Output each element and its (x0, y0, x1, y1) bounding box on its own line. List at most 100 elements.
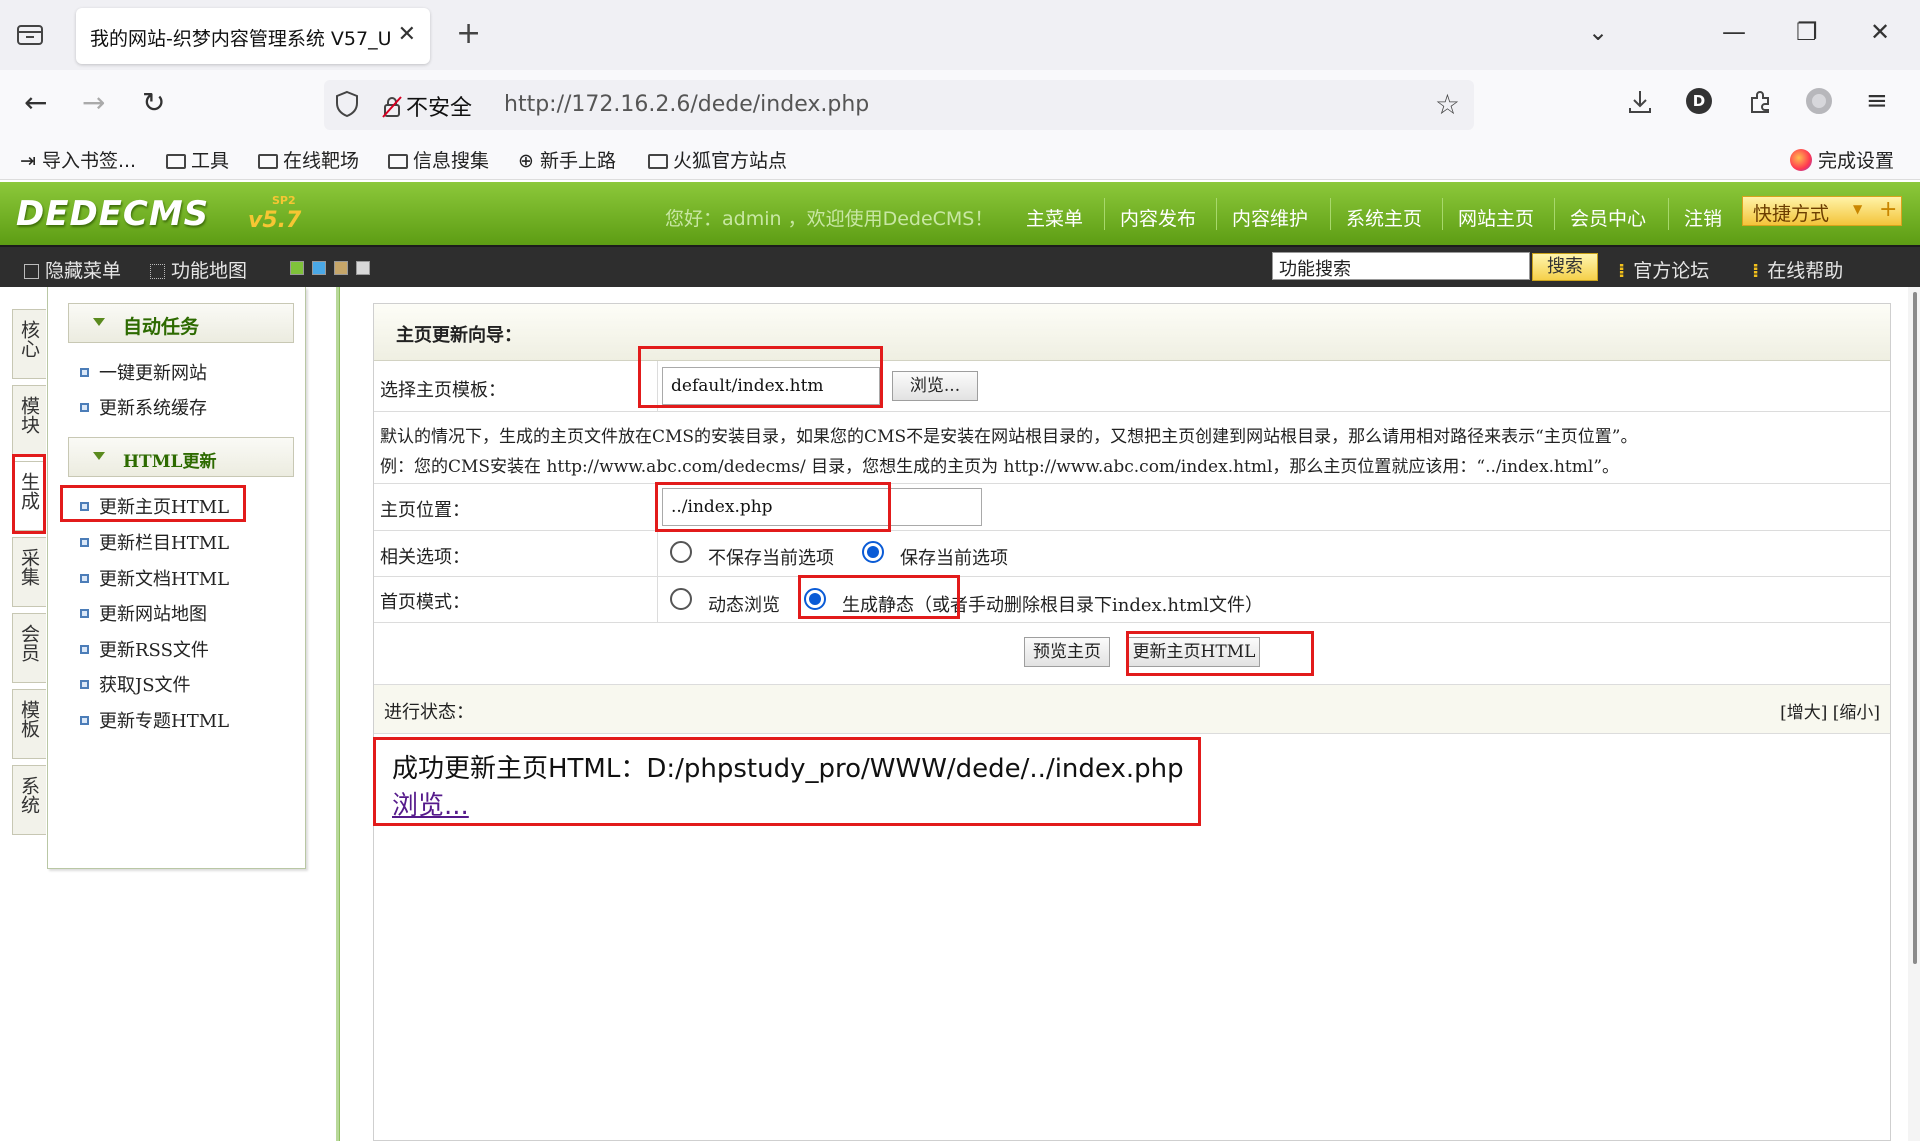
nav-main-menu[interactable]: 主菜单 (1026, 204, 1083, 231)
dynamic-mode-label[interactable]: 动态浏览 (708, 591, 780, 617)
url-text[interactable]: http://172.16.2.6/dede/index.php (504, 92, 869, 117)
status-row: 进行状态： [增大] [缩小] (374, 684, 1890, 734)
bookmark-folder-tools[interactable]: 工具 (166, 146, 229, 173)
new-tab-icon[interactable]: + (456, 16, 481, 51)
highlight-generate-tab (12, 454, 46, 534)
bookmark-folder-info[interactable]: 信息搜集 (388, 146, 489, 173)
url-bar[interactable]: 不安全 http://172.16.2.6/dede/index.php ☆ (324, 80, 1474, 130)
close-tab-icon[interactable]: ✕ (398, 22, 416, 47)
nav-divider (1216, 198, 1217, 230)
finish-setup-button[interactable]: 完成设置 (1790, 146, 1894, 173)
function-map-label: 功能地图 (171, 260, 248, 282)
bookmarks-toolbar: ⇥ 导入书签... 工具 在线靶场 信息搜集 ⊕ 新手上路 火狐官方站点 完成设… (0, 138, 1920, 180)
module-tabs: 核心 模块 生成 采集 会员 模板 系统 (0, 287, 46, 1141)
nav-logout[interactable]: 注销 (1684, 204, 1722, 231)
finish-setup-label: 完成设置 (1818, 150, 1895, 172)
menu-item-label: 更新网站地图 (99, 604, 207, 625)
collapse-triangle-icon (93, 452, 105, 460)
tab-core[interactable]: 核心 (12, 309, 46, 379)
left-menu: 自动任务 一键更新网站 更新系统缓存 HTML更新 更新主页HTML 更新栏目H… (47, 287, 306, 869)
preview-home-button[interactable]: 预览主页 (1024, 637, 1110, 667)
download-icon[interactable] (1626, 88, 1654, 121)
tab-list-icon[interactable] (16, 22, 46, 48)
nav-divider (1554, 198, 1555, 230)
no-save-label[interactable]: 不保存当前选项 (708, 544, 834, 570)
function-search-input[interactable]: 功能搜索 (1272, 252, 1530, 280)
skin-brown-swatch[interactable] (334, 261, 348, 275)
tab-collect[interactable]: 采集 (12, 537, 46, 607)
back-icon[interactable]: ← (24, 86, 47, 119)
zoom-controls[interactable]: [增大] [缩小] (1780, 698, 1880, 723)
tab-template[interactable]: 模板 (12, 689, 46, 759)
tab-overflow-chevron-icon[interactable]: ⌄ (1588, 18, 1608, 46)
hide-menu-button[interactable]: 隐藏菜单 (24, 256, 121, 283)
menu-icon[interactable]: ≡ (1866, 86, 1888, 116)
bullet-icon (80, 645, 89, 654)
menu-item-label: 更新RSS文件 (99, 640, 209, 661)
menu-item-update-site[interactable]: 一键更新网站 (80, 359, 207, 385)
extensions-icon[interactable] (1746, 88, 1774, 121)
skin-blue-swatch[interactable] (312, 261, 326, 275)
menu-group-title: HTML更新 (123, 452, 217, 472)
bullet-icon (80, 538, 89, 547)
tab-module[interactable]: 模块 (12, 385, 46, 455)
tab-member[interactable]: 会员 (12, 613, 46, 683)
dynamic-mode-radio[interactable] (670, 588, 692, 610)
save-radio[interactable] (862, 541, 884, 563)
skin-gray-swatch[interactable] (356, 261, 370, 275)
minimize-icon[interactable]: — (1722, 18, 1746, 46)
cms-header: DEDECMS SP2 v5.7 您好：admin ，欢迎使用DedeCMS！ … (0, 182, 1920, 245)
official-forum-link[interactable]: ⁞ 官方论坛 (1618, 256, 1709, 283)
bookmark-folder-range[interactable]: 在线靶场 (258, 146, 359, 173)
info-line-2: 例：您的CMS安装在 http://www.abc.com/dedecms/ 目… (380, 457, 1620, 477)
import-icon: ⇥ (20, 150, 36, 172)
quick-menu-button[interactable]: 快捷方式 ▼ + (1742, 196, 1902, 226)
menu-item-get-js[interactable]: 获取JS文件 (80, 671, 191, 697)
save-label[interactable]: 保存当前选项 (900, 544, 1008, 570)
browse-template-button[interactable]: 浏览... (892, 371, 978, 401)
bookmark-folder-firefox[interactable]: 火狐官方站点 (648, 146, 787, 173)
bookmark-star-icon[interactable]: ☆ (1435, 88, 1460, 121)
menu-item-update-doc-html[interactable]: 更新文档HTML (80, 565, 229, 591)
plus-icon[interactable]: + (1879, 197, 1897, 222)
forward-icon[interactable]: → (82, 86, 105, 119)
tab-system[interactable]: 系统 (12, 765, 46, 835)
bookmark-getting-started[interactable]: ⊕ 新手上路 (518, 146, 616, 173)
menu-group-html-update[interactable]: HTML更新 (68, 437, 294, 477)
menu-item-update-rss[interactable]: 更新RSS文件 (80, 636, 209, 662)
nav-member-center[interactable]: 会员中心 (1570, 204, 1646, 231)
shield-icon[interactable] (334, 90, 360, 123)
function-map-button[interactable]: 功能地图 (150, 256, 247, 283)
nav-site-home[interactable]: 网站主页 (1458, 204, 1534, 231)
nav-system-home[interactable]: 系统主页 (1346, 204, 1422, 231)
reload-icon[interactable]: ↻ (142, 86, 165, 119)
frame-divider[interactable] (336, 287, 340, 1141)
skin-green-swatch[interactable] (290, 261, 304, 275)
function-search-button[interactable]: 搜索 (1532, 253, 1598, 281)
close-window-icon[interactable]: ✕ (1870, 18, 1890, 46)
scrollbar-thumb[interactable] (1913, 292, 1917, 964)
nav-divider (1442, 198, 1443, 230)
insecure-indicator[interactable]: 不安全 (382, 90, 472, 122)
menu-item-update-topic-html[interactable]: 更新专题HTML (80, 707, 229, 733)
grid-icon (150, 264, 165, 279)
menu-item-update-column-html[interactable]: 更新栏目HTML (80, 529, 229, 555)
nav-publish[interactable]: 内容发布 (1120, 204, 1196, 231)
restore-icon[interactable]: ❐ (1796, 18, 1818, 46)
menu-item-update-cache[interactable]: 更新系统缓存 (80, 394, 207, 420)
url-path: /dede/index.php (690, 92, 870, 117)
column-divider (657, 577, 658, 623)
column-divider (657, 531, 658, 577)
no-save-radio[interactable] (670, 541, 692, 563)
menu-group-auto-tasks[interactable]: 自动任务 (68, 303, 294, 343)
online-help-link[interactable]: ⁞ 在线帮助 (1752, 256, 1843, 283)
nav-divider (1104, 198, 1105, 230)
dedecms-logo: DEDECMS (16, 194, 210, 234)
account-avatar[interactable]: D (1686, 88, 1712, 114)
browser-tab[interactable]: 我的网站-织梦内容管理系统 V57_U ✕ (76, 8, 430, 64)
menu-item-update-sitemap[interactable]: 更新网站地图 (80, 600, 207, 626)
insecure-label: 不安全 (406, 96, 473, 121)
nav-maintain[interactable]: 内容维护 (1232, 204, 1308, 231)
profile-icon[interactable] (1806, 88, 1832, 114)
bookmark-import[interactable]: ⇥ 导入书签... (20, 146, 136, 173)
